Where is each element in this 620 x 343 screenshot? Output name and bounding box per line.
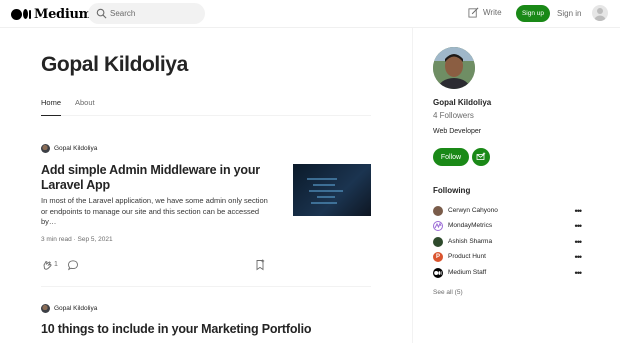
article-excerpt[interactable]: In most of the Laravel application, we h… [41, 196, 276, 228]
following-name: Cerwyn Cahyono [448, 207, 498, 214]
profile-bio: Web Developer [433, 128, 482, 135]
article-title[interactable]: 10 things to include in your Marketing P… [41, 322, 341, 337]
profile-avatar[interactable] [433, 47, 475, 89]
more-icon[interactable]: ••• [575, 237, 583, 246]
signup-button[interactable]: Sign up [516, 5, 550, 22]
tab-home[interactable]: Home [41, 98, 62, 116]
page-title: Gopal Kildoliya [41, 53, 188, 76]
more-icon[interactable]: ••• [575, 252, 583, 261]
following-name: Ashish Sharma [448, 238, 493, 245]
article-divider [41, 286, 371, 287]
article-author[interactable]: Gopal Kildoliya [41, 303, 371, 313]
comment-icon[interactable] [67, 259, 79, 271]
signin-link[interactable]: Sign in [557, 9, 581, 18]
author-avatar [41, 143, 50, 153]
following-item[interactable]: Medium Staff ••• [433, 267, 583, 278]
bookmark-add-icon[interactable] [254, 259, 266, 271]
tab-about[interactable]: About [75, 98, 95, 116]
cerwyn-avatar-icon [433, 205, 443, 216]
profile-tabs: Home About [41, 98, 371, 116]
write-icon [468, 7, 479, 18]
subscribe-button[interactable] [472, 148, 490, 166]
follow-button[interactable]: Follow [433, 148, 469, 166]
medium-logo[interactable]: Medium [11, 6, 92, 22]
search-box[interactable] [88, 3, 205, 24]
article-author[interactable]: Gopal Kildoliya [41, 143, 371, 153]
following-name: Product Hunt [448, 253, 486, 260]
read-time: 3 min read [41, 236, 72, 243]
search-icon [96, 8, 107, 19]
following-heading: Following [433, 186, 471, 195]
clap-icon[interactable] [41, 259, 53, 271]
following-item[interactable]: Cerwyn Cahyono ••• [433, 205, 583, 216]
more-icon[interactable]: ••• [575, 206, 583, 215]
subscribe-mail-icon [476, 152, 486, 160]
more-icon[interactable]: ••• [575, 268, 583, 277]
following-item[interactable]: MondayMetrics ••• [433, 220, 583, 231]
article-thumbnail[interactable] [293, 164, 371, 216]
medium-logo-icon [11, 8, 31, 20]
following-name: Medium Staff [448, 269, 487, 276]
profile-sidebar: Gopal Kildoliya 4 Followers Web Develope… [412, 28, 620, 343]
write-button[interactable]: Write [468, 7, 502, 18]
clap-count: 1 [54, 261, 58, 268]
search-input[interactable] [110, 6, 198, 21]
following-item[interactable]: P Product Hunt ••• [433, 251, 583, 262]
ashish-avatar-icon [433, 236, 443, 247]
more-icon[interactable]: ••• [575, 221, 583, 230]
article-meta: 3 min read · Sep 5, 2021 [41, 236, 113, 243]
article-card[interactable]: Gopal Kildoliya Add simple Admin Middlew… [41, 143, 371, 273]
mondaymetrics-logo-icon [433, 220, 443, 231]
followers-count[interactable]: 4 Followers [433, 111, 474, 120]
medium-staff-logo-icon [433, 267, 443, 278]
author-name: Gopal Kildoliya [54, 144, 98, 152]
write-label: Write [483, 8, 502, 17]
following-item[interactable]: Ashish Sharma ••• [433, 236, 583, 247]
product-hunt-logo-icon: P [433, 251, 443, 262]
top-bar: Medium Write Sign up Sign in [0, 0, 620, 28]
brand-name: Medium [34, 6, 93, 22]
following-name: MondayMetrics [448, 222, 493, 229]
see-all-following-link[interactable]: See all (5) [433, 289, 463, 296]
author-avatar [41, 303, 50, 313]
user-avatar-icon[interactable] [592, 5, 608, 21]
article-card[interactable]: Gopal Kildoliya 10 things to include in … [41, 303, 371, 343]
article-actions: 1 [41, 259, 371, 271]
article-title[interactable]: Add simple Admin Middleware in your Lara… [41, 163, 281, 193]
publish-date: Sep 5, 2021 [77, 236, 113, 243]
author-name: Gopal Kildoliya [54, 304, 98, 312]
sidebar-name[interactable]: Gopal Kildoliya [433, 98, 491, 107]
